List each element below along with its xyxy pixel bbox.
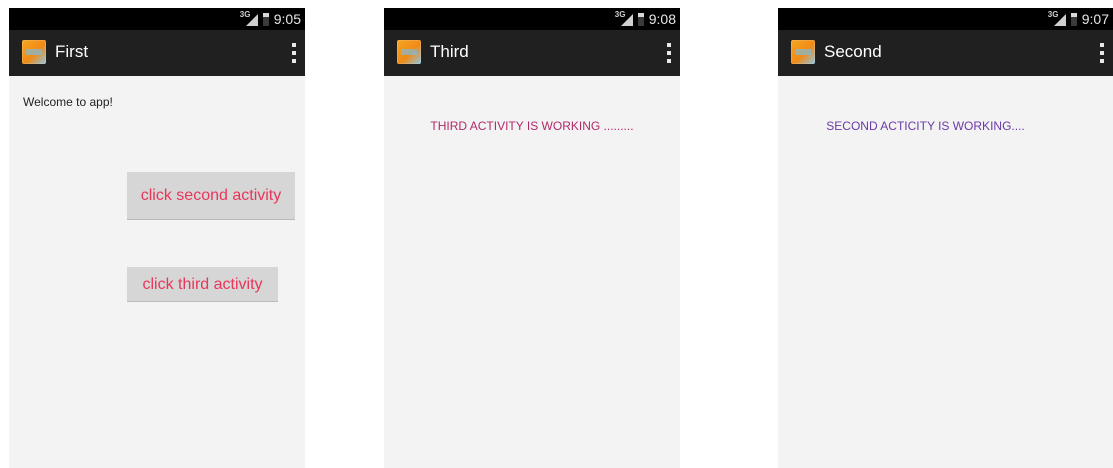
signal-icon: 3G (1048, 10, 1066, 27)
phone-screen-third: 3G 9:08 Third THIRD ACTIVITY IS WORKING … (384, 8, 680, 468)
battery-icon (262, 12, 269, 26)
status-bar: 3G 9:08 (384, 8, 680, 30)
second-activity-message: SECOND ACTICITY IS WORKING.... (826, 119, 1025, 133)
signal-icon: 3G (240, 10, 258, 27)
activity-content: Welcome to app! click second activity cl… (9, 76, 305, 468)
status-icons: 3G 9:05 (240, 8, 305, 30)
phone-screen-second: 3G 9:07 Second SECOND ACTICITY IS WORKIN… (778, 8, 1113, 468)
status-time: 9:07 (1081, 11, 1109, 27)
status-icons: 3G 9:08 (615, 8, 680, 30)
phone-screen-first: 3G 9:05 First Welcome to app! click seco… (9, 8, 305, 468)
status-time: 9:08 (648, 11, 676, 27)
activity-title: Second (824, 42, 882, 61)
overflow-menu-icon[interactable] (291, 43, 297, 63)
welcome-text: Welcome to app! (23, 95, 113, 109)
click-second-activity-button[interactable]: click second activity (127, 172, 295, 220)
third-activity-message: THIRD ACTIVITY IS WORKING ......... (430, 119, 634, 133)
app-icon[interactable] (791, 40, 815, 64)
overflow-menu-icon[interactable] (1099, 43, 1105, 63)
app-icon[interactable] (22, 40, 46, 64)
action-bar: Third (384, 30, 680, 76)
status-time: 9:05 (273, 11, 301, 27)
action-bar: Second (778, 30, 1113, 76)
status-icons: 3G 9:07 (1048, 8, 1113, 30)
signal-icon: 3G (615, 10, 633, 27)
activity-content: THIRD ACTIVITY IS WORKING ......... (384, 76, 680, 468)
click-third-activity-button[interactable]: click third activity (127, 267, 278, 302)
status-bar: 3G 9:05 (9, 8, 305, 30)
action-bar: First (9, 30, 305, 76)
status-bar: 3G 9:07 (778, 8, 1113, 30)
activity-content: SECOND ACTICITY IS WORKING.... (778, 76, 1113, 468)
overflow-menu-icon[interactable] (666, 43, 672, 63)
app-icon[interactable] (397, 40, 421, 64)
battery-icon (1070, 12, 1077, 26)
activity-title: Third (430, 42, 469, 61)
battery-icon (637, 12, 644, 26)
activity-title: First (55, 42, 89, 61)
